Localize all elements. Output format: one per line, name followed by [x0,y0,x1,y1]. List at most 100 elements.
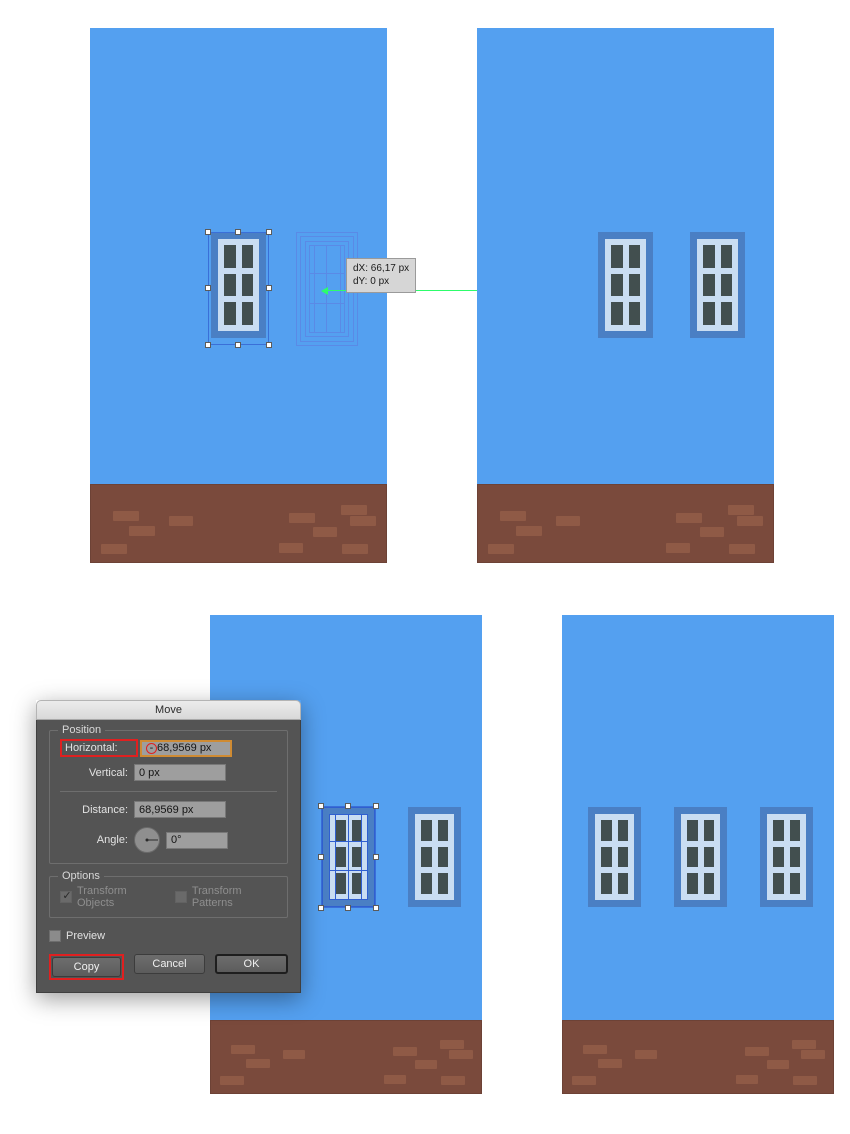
brick [792,1040,816,1049]
distance-value: 68,9569 px [139,803,194,816]
window-graphic[interactable] [674,807,727,907]
window-inner-frame [595,814,634,900]
window-graphic[interactable] [760,807,813,907]
preview-row[interactable]: Preview [49,930,288,942]
window-inner-frame [605,239,646,331]
brick [246,1059,270,1068]
window-graphic[interactable] [322,807,375,907]
preview-checkbox-icon[interactable] [49,930,61,942]
brick [342,544,368,554]
window-pane [628,273,640,297]
window-graphic[interactable] [408,807,461,907]
selection-handle[interactable] [318,854,324,860]
horizontal-input[interactable]: - 68,9569 px [140,739,232,757]
angle-input[interactable]: 0° [166,831,228,849]
tooltip-dy: dY: 0 px [353,276,390,287]
vertical-label: Vertical: [88,766,128,779]
window-pane [335,873,346,894]
selection-handle[interactable] [373,803,379,809]
brick [283,1050,305,1059]
window-pane [601,846,612,868]
window-pane [351,820,362,841]
brick [169,516,193,526]
brick [516,526,542,536]
distance-input[interactable]: 68,9569 px [134,801,226,818]
transform-objects-checkbox-icon[interactable] [60,889,73,903]
window-pane [421,873,432,894]
copy-button[interactable]: Copy [52,957,121,977]
window-pane [789,820,800,841]
selection-handle[interactable] [266,229,272,235]
selection-handle[interactable] [373,905,379,911]
window-pane [773,820,784,841]
angle-value: 0° [171,834,182,846]
position-divider [60,791,277,792]
distance-field-row: Distance: 68,9569 px [60,801,277,818]
artboard-top-right [477,28,774,563]
window-graphic[interactable] [690,232,745,338]
negative-sign-highlight: - [146,742,157,754]
brick [449,1050,473,1059]
vertical-field-row: Vertical: 0 px [60,764,277,781]
window-inner-frame [329,814,368,900]
selection-handle[interactable] [345,803,351,809]
tooltip-dx: dX: 66,17 px [353,263,410,274]
brick-base-bottom-right [562,1020,834,1094]
selection-handle[interactable] [205,342,211,348]
copy-button-highlight: Copy [49,954,124,980]
window-pane [720,245,732,268]
window-pane [703,873,714,894]
window-inner-frame [218,239,259,331]
selection-handle[interactable] [235,229,241,235]
angle-field-row: Angle: 0° [60,827,277,853]
dialog-title: Move [155,704,182,716]
window-pane [421,846,432,868]
window-pane [351,873,362,894]
brick [767,1060,789,1069]
selection-handle[interactable] [266,342,272,348]
selection-handle[interactable] [205,285,211,291]
transform-objects-label: Transform Objects [77,885,127,909]
position-group: Position Horizontal: - 68,9569 px Vertic… [49,724,288,864]
artboard-bottom-right [562,615,834,1094]
horizontal-value: 68,9569 px [157,742,212,754]
window-pane [437,820,448,841]
brick [583,1045,607,1054]
vertical-input[interactable]: 0 px [134,764,226,781]
window-pane [789,873,800,894]
transform-patterns-checkbox-icon[interactable] [174,891,187,903]
brick [598,1059,622,1068]
selection-handle[interactable] [318,803,324,809]
window-graphic[interactable] [588,807,641,907]
window-inner-frame [767,814,806,900]
brick [350,516,376,526]
distance-label: Distance: [82,803,128,816]
window-graphic[interactable] [211,232,266,338]
transform-objects-row[interactable]: Transform Objects [60,885,159,909]
vertical-value: 0 px [139,766,160,779]
window-pane [720,273,732,297]
cancel-button[interactable]: Cancel [134,954,205,974]
brick [129,526,155,536]
window-pane [628,245,640,268]
selection-handle[interactable] [373,854,379,860]
ok-button[interactable]: OK [215,954,288,974]
window-graphic[interactable] [598,232,653,338]
options-group-legend: Options [58,870,104,882]
selection-handle[interactable] [235,342,241,348]
window-pane [241,245,253,268]
brick [635,1050,657,1059]
selection-handle[interactable] [318,905,324,911]
selection-handle[interactable] [345,905,351,911]
brick-base-bottom-left [210,1020,482,1094]
dialog-body: Position Horizontal: - 68,9569 px Vertic… [36,720,301,993]
preview-label: Preview [66,930,106,942]
move-dialog[interactable]: Move Position Horizontal: - 68,9569 px V… [36,700,301,993]
selection-handle[interactable] [266,285,272,291]
brick [341,505,367,515]
angle-dial-icon[interactable] [134,827,160,853]
transform-patterns-row[interactable]: Transform Patterns [174,885,277,909]
window-inner-frame [697,239,738,331]
smart-guide-arrow-icon [321,287,328,295]
selection-handle[interactable] [205,229,211,235]
